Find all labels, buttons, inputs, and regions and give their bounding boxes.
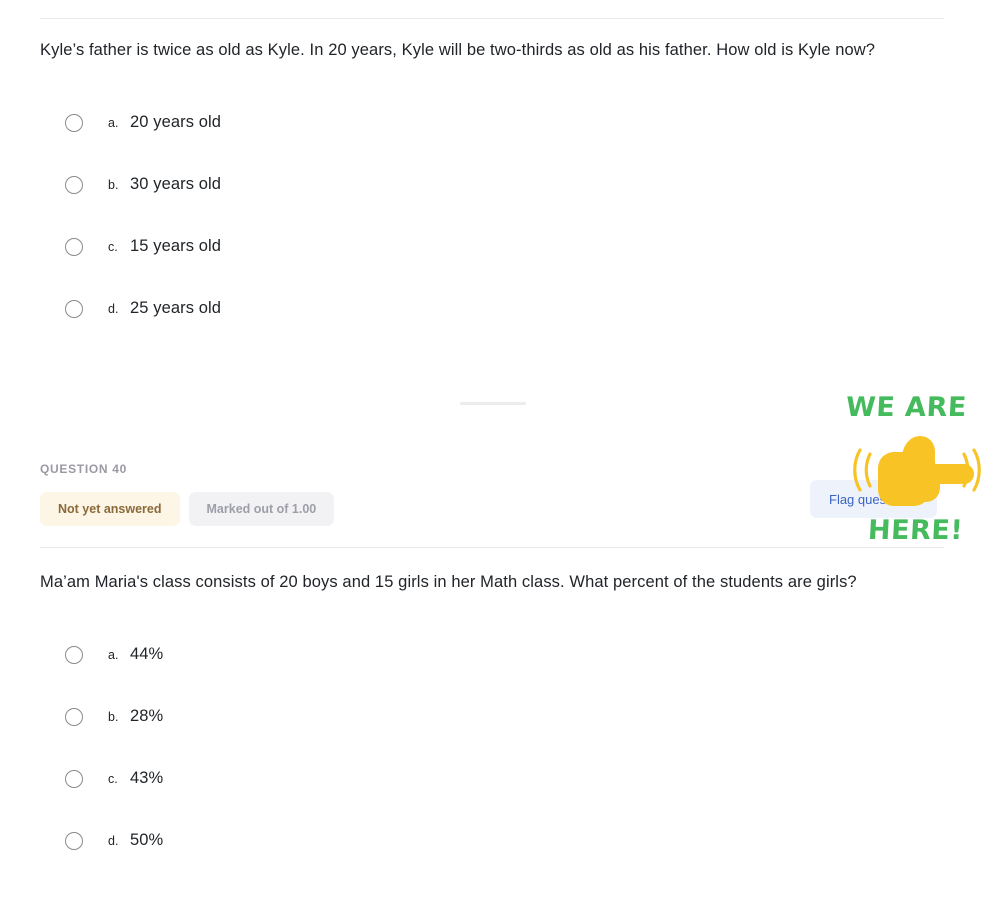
radio-button-b[interactable] bbox=[65, 708, 83, 726]
option-row[interactable]: d. 50% bbox=[40, 830, 740, 892]
option-row[interactable]: c. 15 years old bbox=[40, 236, 740, 298]
option-row[interactable]: a. 20 years old bbox=[40, 112, 740, 174]
status-badge: Not yet answered bbox=[40, 492, 180, 526]
answer-options-39: a. 20 years old b. 30 years old c. 15 ye… bbox=[40, 112, 740, 360]
radio-button-a[interactable] bbox=[65, 646, 83, 664]
radio-button-c[interactable] bbox=[65, 238, 83, 256]
option-label: 44% bbox=[130, 645, 164, 663]
question-separator bbox=[460, 402, 526, 405]
option-row[interactable]: b. 28% bbox=[40, 706, 740, 768]
option-label: 50% bbox=[130, 831, 164, 849]
option-letter: d. bbox=[108, 302, 119, 316]
question-status-badges: Not yet answered Marked out of 1.00 bbox=[40, 492, 944, 526]
option-letter: b. bbox=[108, 710, 119, 724]
question-40-header: QUESTION 40 Not yet answered Marked out … bbox=[40, 462, 944, 526]
option-label: 28% bbox=[130, 707, 164, 725]
option-label: 30 years old bbox=[130, 175, 222, 193]
flag-question-button[interactable]: Flag question bbox=[810, 480, 937, 518]
option-row[interactable]: c. 43% bbox=[40, 768, 740, 830]
mark-badge: Marked out of 1.00 bbox=[188, 492, 335, 526]
radio-button-d[interactable] bbox=[65, 300, 83, 318]
option-row[interactable]: d. 25 years old bbox=[40, 298, 740, 360]
radio-button-d[interactable] bbox=[65, 832, 83, 850]
option-row[interactable]: b. 30 years old bbox=[40, 174, 740, 236]
question-text-39: Kyle’s father is twice as old as Kyle. I… bbox=[40, 41, 876, 59]
question-number-label: QUESTION 40 bbox=[40, 462, 128, 476]
option-letter: a. bbox=[108, 648, 119, 662]
question-text-40: Ma’am Maria's class consists of 20 boys … bbox=[40, 573, 857, 591]
option-letter: a. bbox=[108, 116, 119, 130]
annotation-text-top: WE ARE bbox=[845, 392, 968, 423]
radio-button-c[interactable] bbox=[65, 770, 83, 788]
radio-button-b[interactable] bbox=[65, 176, 83, 194]
option-letter: b. bbox=[108, 178, 119, 192]
option-letter: c. bbox=[108, 772, 118, 786]
question-40-divider bbox=[40, 547, 944, 548]
option-row[interactable]: a. 44% bbox=[40, 644, 740, 706]
option-label: 15 years old bbox=[130, 237, 222, 255]
quiz-page: Kyle’s father is twice as old as Kyle. I… bbox=[0, 0, 984, 909]
option-letter: d. bbox=[108, 834, 119, 848]
option-label: 43% bbox=[130, 769, 164, 787]
option-letter: c. bbox=[108, 240, 118, 254]
option-label: 20 years old bbox=[130, 113, 222, 131]
answer-options-40: a. 44% b. 28% c. 43% d. 50% bbox=[40, 644, 740, 892]
top-divider bbox=[40, 18, 944, 19]
option-label: 25 years old bbox=[130, 299, 222, 317]
radio-button-a[interactable] bbox=[65, 114, 83, 132]
